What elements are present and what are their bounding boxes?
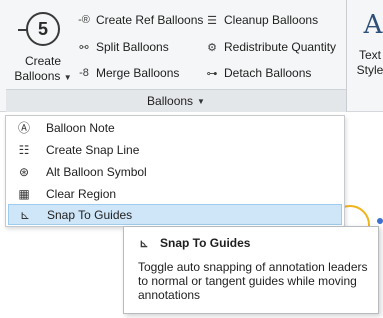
snap-to-guides-icon: ⊾	[139, 237, 149, 250]
menu-item-create-snap-line[interactable]: ☷ Create Snap Line	[8, 139, 342, 160]
cleanup-balloons-icon: ☰	[207, 14, 217, 27]
snap-line-icon: ☷	[18, 142, 30, 157]
balloon-note-icon: Ⓐ	[17, 121, 30, 135]
create-balloons-label: Create Balloons ▼	[14, 54, 72, 83]
detach-balloons-button[interactable]: ⊶ Detach Balloons	[204, 62, 312, 84]
redistribute-quantity-icon: ⚙	[207, 41, 217, 54]
menu-item-balloon-note[interactable]: Ⓐ Balloon Note	[8, 117, 342, 138]
tooltip-description: Toggle auto snapping of annotation leade…	[138, 260, 368, 302]
drawing-handle	[377, 218, 383, 224]
tooltip-title: ⊾ Snap To Guides	[136, 235, 250, 251]
snap-to-guides-tooltip: ⊾ Snap To Guides Toggle auto snapping of…	[123, 226, 379, 314]
split-balloons-button[interactable]: ⚯ Split Balloons	[76, 36, 168, 58]
text-style-icon: A	[363, 10, 383, 40]
menu-item-clear-region[interactable]: ▦ Clear Region	[8, 183, 342, 204]
balloons-group-footer[interactable]: Balloons ▼	[6, 89, 346, 112]
chevron-down-icon: ▼	[197, 96, 205, 106]
menu-item-alt-balloon-symbol[interactable]: ⊛ Alt Balloon Symbol	[8, 161, 342, 182]
detach-balloons-icon: ⊶	[206, 67, 218, 80]
ref-balloon-icon: -®	[78, 14, 90, 26]
menu-item-snap-to-guides[interactable]: ⊾ Snap To Guides	[8, 204, 342, 225]
balloon-icon: 5	[18, 12, 60, 46]
merge-balloons-button[interactable]: -8 Merge Balloons	[76, 62, 179, 84]
create-ref-balloons-button[interactable]: -® Create Ref Balloons	[76, 9, 203, 31]
create-balloons-button[interactable]: 5 Create Balloons ▼	[14, 8, 72, 88]
balloons-dropdown-menu: Ⓐ Balloon Note ☷ Create Snap Line ⊛ Alt …	[5, 115, 345, 227]
alt-balloon-symbol-icon: ⊛	[18, 164, 30, 179]
split-balloons-icon: ⚯	[79, 41, 89, 54]
text-style-label: Text Style	[356, 48, 383, 77]
group-divider	[346, 0, 347, 112]
merge-balloons-icon: -8	[79, 67, 89, 79]
cleanup-balloons-button[interactable]: ☰ Cleanup Balloons	[204, 9, 318, 31]
chevron-down-icon: ▼	[63, 73, 72, 82]
clear-region-icon: ▦	[18, 186, 30, 201]
redistribute-quantity-button[interactable]: ⚙ Redistribute Quantity	[204, 36, 336, 58]
snap-to-guides-icon: ⊾	[19, 207, 31, 222]
text-style-button[interactable]: A Text Style	[352, 8, 383, 88]
ribbon: 5 Create Balloons ▼ -® Create Ref Balloo…	[0, 0, 383, 112]
